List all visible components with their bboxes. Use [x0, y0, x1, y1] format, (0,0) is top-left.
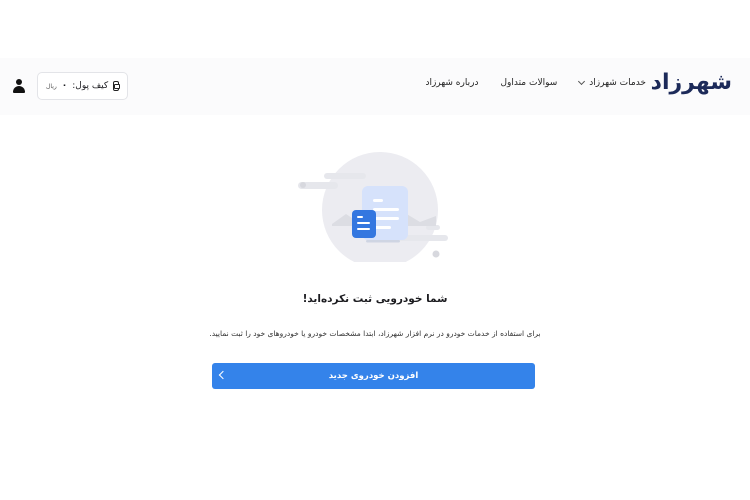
wallet-unit: ریال	[46, 82, 57, 90]
empty-state-title: شما خودرویی ثبت نکرده‌اید!	[302, 293, 448, 305]
chevron-down-icon	[578, 77, 586, 86]
user-icon-body	[13, 86, 25, 93]
wallet-button[interactable]: کیف پول: ۰ ریال	[37, 72, 128, 100]
wallet-amount: ۰	[61, 81, 68, 91]
user-icon-head	[16, 79, 22, 85]
add-new-car-button[interactable]: افزودن خودروی جدید	[212, 363, 535, 389]
nav-item-services[interactable]: خدمات شهرزاد	[578, 77, 646, 88]
chevron-left-icon	[218, 370, 228, 380]
add-new-car-label: افزودن خودروی جدید	[328, 371, 419, 381]
nav-item-faq-label: سوالات متداول	[500, 78, 558, 88]
top-header: شهرزاد خدمات شهرزاد سوالات متداول درباره…	[0, 58, 750, 115]
empty-state-description: برای استفاده از خدمات خودرو در نرم افزار…	[209, 329, 541, 338]
main-nav: خدمات شهرزاد سوالات متداول درباره شهرزاد	[425, 77, 646, 88]
empty-documents-illustration	[298, 152, 448, 262]
logo[interactable]: شهرزاد	[651, 70, 732, 95]
document-shadow	[366, 240, 400, 243]
dot-decoration	[432, 250, 440, 258]
user-icon[interactable]	[13, 79, 25, 93]
nav-item-about[interactable]: درباره شهرزاد	[425, 78, 478, 88]
nav-item-faq[interactable]: سوالات متداول	[500, 78, 557, 88]
nav-item-services-label: خدمات شهرزاد	[589, 78, 646, 88]
dot-decoration	[300, 182, 306, 188]
wallet-label: کیف پول:	[72, 81, 109, 91]
wallet-icon	[113, 81, 120, 91]
nav-item-about-label: درباره شهرزاد	[425, 78, 479, 88]
